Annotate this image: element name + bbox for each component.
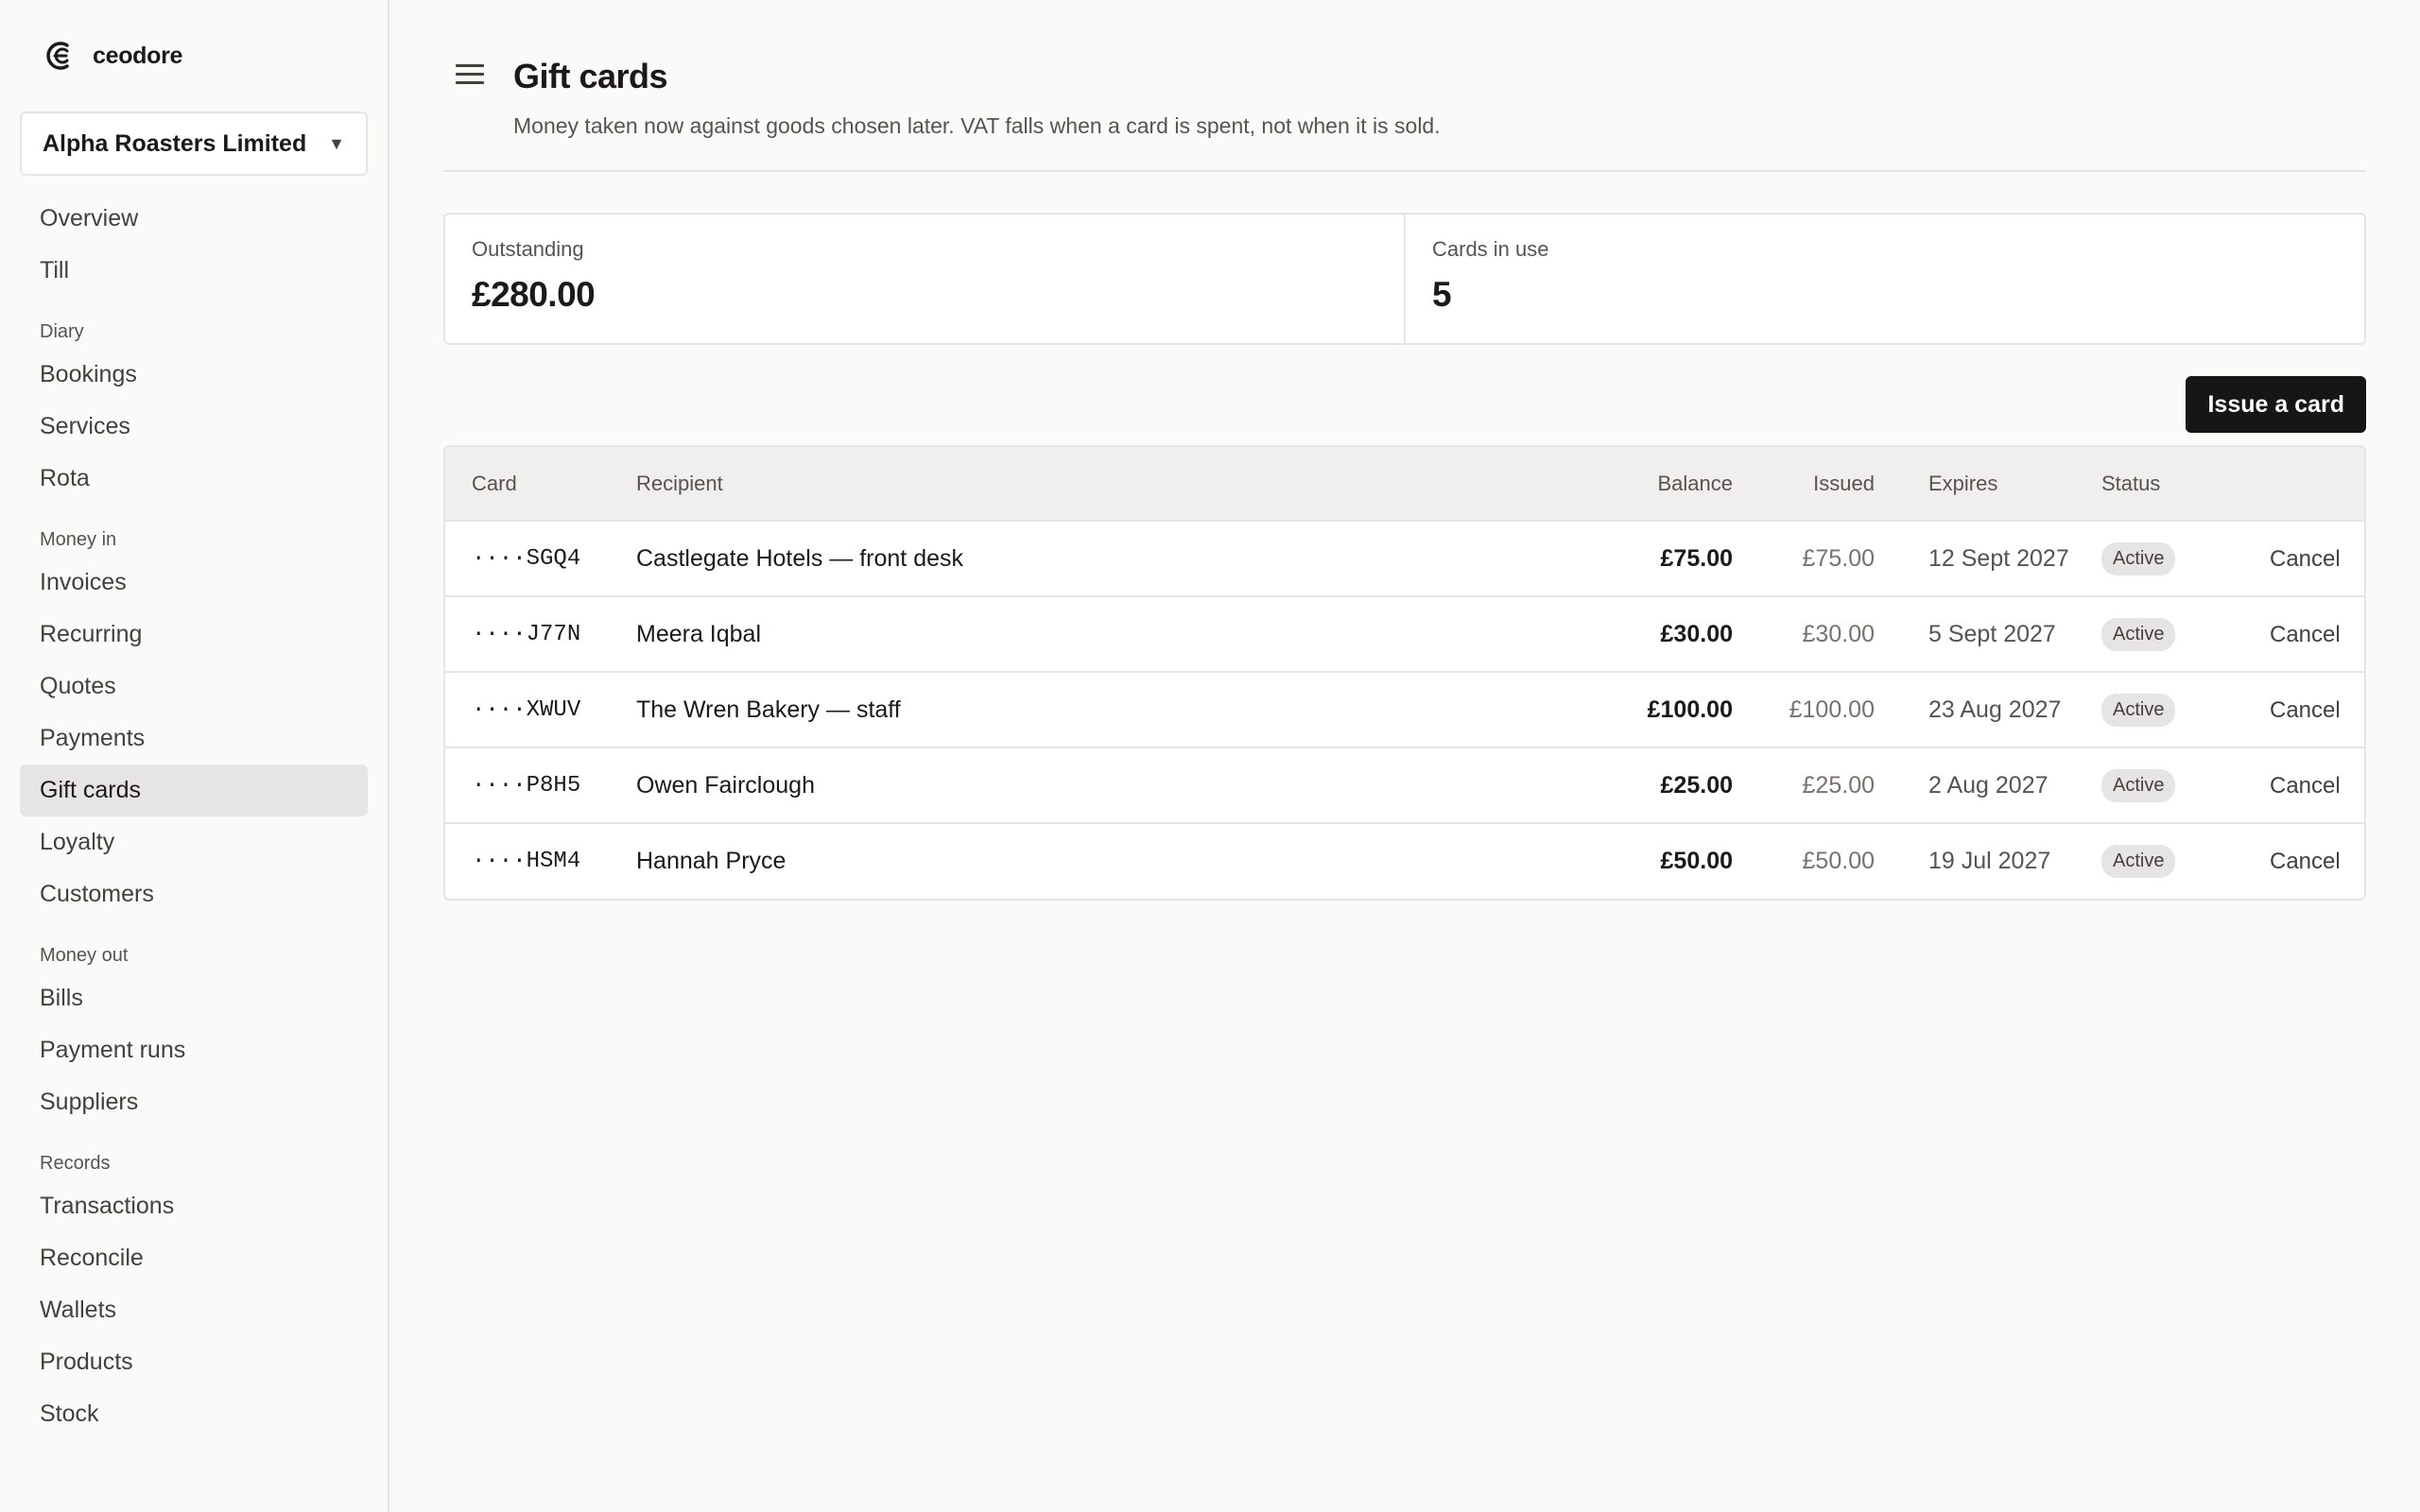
- sidebar-item-products[interactable]: Products: [20, 1336, 368, 1388]
- hamburger-menu-icon[interactable]: [456, 64, 484, 87]
- toolbar: Issue a card: [443, 345, 2366, 445]
- summary-stats: Outstanding £280.00 Cards in use 5: [443, 213, 2366, 345]
- page-title: Gift cards: [513, 57, 668, 95]
- column-header-issued[interactable]: Issued: [1733, 447, 1875, 522]
- sidebar-item-rota[interactable]: Rota: [20, 453, 368, 505]
- cancel-card-button[interactable]: Cancel: [2260, 697, 2341, 723]
- sidebar-item-transactions[interactable]: Transactions: [20, 1180, 368, 1232]
- card-balance: £25.00: [1582, 747, 1733, 824]
- sidebar-item-recurring[interactable]: Recurring: [20, 609, 368, 661]
- sidebar-section-records: Records: [40, 1153, 111, 1174]
- card-expires: 19 Jul 2027: [1928, 848, 2051, 874]
- table-row[interactable]: ····HSM4 Hannah Pryce £50.00 £50.00 19 J…: [445, 823, 2364, 899]
- status-badge: Active: [2101, 693, 2176, 727]
- page-header: Gift cards Money taken now against goods…: [443, 0, 2366, 172]
- table-row[interactable]: ····SGQ4 Castlegate Hotels — front desk …: [445, 521, 2364, 597]
- card-balance: £50.00: [1660, 848, 1733, 874]
- cancel-card-button[interactable]: Cancel: [2260, 622, 2341, 647]
- card-issued: £50.00: [1802, 848, 1875, 874]
- sidebar-item-loyalty[interactable]: Loyalty: [20, 816, 368, 868]
- stat-outstanding: Outstanding £280.00: [445, 215, 1404, 343]
- sidebar-item-payment-runs[interactable]: Payment runs: [20, 1024, 368, 1076]
- cancel-card-button[interactable]: Cancel: [2260, 773, 2341, 799]
- table-row[interactable]: ····J77N Meera Iqbal £30.00 £30.00 5 Sep…: [445, 596, 2364, 673]
- sidebar-item-services[interactable]: Services: [20, 401, 368, 453]
- column-header-actions: [2234, 447, 2364, 522]
- sidebar-section-money-out: Money out: [40, 945, 129, 966]
- column-header-recipient[interactable]: Recipient: [610, 447, 1582, 522]
- card-expires: 12 Sept 2027: [1875, 521, 2083, 597]
- cancel-card-button[interactable]: Cancel: [2260, 849, 2341, 874]
- ceodore-logo-icon: [46, 42, 69, 70]
- sidebar-item-bookings[interactable]: Bookings: [20, 349, 368, 401]
- recipient-name: Castlegate Hotels — front desk: [610, 521, 1582, 597]
- recipient-name: Meera Iqbal: [610, 596, 1582, 673]
- page-subtitle: Money taken now against goods chosen lat…: [513, 113, 1441, 138]
- status-badge: Active: [2101, 845, 2176, 878]
- sidebar-section-diary: Diary: [40, 321, 84, 342]
- main-content: Gift cards Money taken now against goods…: [389, 0, 2420, 1512]
- card-issued: £75.00: [1733, 521, 1875, 597]
- stat-cards-in-use-value: 5: [1432, 275, 1452, 314]
- card-issued: £100.00: [1733, 672, 1875, 748]
- stat-outstanding-value: £280.00: [472, 275, 596, 314]
- column-header-card[interactable]: Card: [445, 447, 610, 522]
- card-expires: 5 Sept 2027: [1875, 596, 2083, 673]
- sidebar-item-customers[interactable]: Customers: [20, 868, 368, 920]
- card-code: ····SGQ4: [445, 521, 610, 597]
- card-balance: £75.00: [1582, 521, 1733, 597]
- caret-down-icon: ▼: [328, 133, 345, 153]
- sidebar-item-overview[interactable]: Overview: [20, 193, 368, 245]
- card-code: ····J77N: [445, 596, 610, 673]
- sidebar-item-reconcile[interactable]: Reconcile: [20, 1232, 368, 1284]
- table-row[interactable]: ····P8H5 Owen Fairclough £25.00 £25.00 2…: [445, 747, 2364, 824]
- card-expires: 2 Aug 2027: [1875, 747, 2083, 824]
- status-badge: Active: [2101, 768, 2176, 802]
- status-badge: Active: [2101, 617, 2176, 651]
- brand-name: ceodore: [93, 42, 183, 69]
- card-code: ····XWUV: [445, 672, 610, 748]
- sidebar-section-money-in: Money in: [40, 529, 117, 550]
- card-issued: £30.00: [1733, 596, 1875, 673]
- sidebar-item-payments[interactable]: Payments: [20, 713, 368, 765]
- table-header-row: Card Recipient Balance Issued Expires St…: [445, 447, 2364, 522]
- organisation-select[interactable]: Alpha Roasters Limited ▼: [20, 112, 368, 176]
- sidebar-item-quotes[interactable]: Quotes: [20, 661, 368, 713]
- card-expires: 23 Aug 2027: [1875, 672, 2083, 748]
- issue-card-button[interactable]: Issue a card: [2186, 376, 2366, 433]
- stat-cards-in-use-label: Cards in use: [1432, 237, 1549, 261]
- organisation-name: Alpha Roasters Limited: [43, 129, 307, 157]
- sidebar-item-gift-cards[interactable]: Gift cards: [20, 765, 368, 816]
- sidebar-item-stock[interactable]: Stock: [20, 1388, 368, 1440]
- status-badge: Active: [2101, 541, 2176, 576]
- sidebar-item-invoices[interactable]: Invoices: [20, 557, 368, 609]
- column-header-expires[interactable]: Expires: [1875, 447, 2083, 522]
- table-row[interactable]: ····XWUV The Wren Bakery — staff £100.00…: [445, 672, 2364, 748]
- stat-cards-in-use: Cards in use 5: [1404, 215, 2364, 343]
- recipient-name: Owen Fairclough: [610, 747, 1582, 824]
- stat-outstanding-label: Outstanding: [472, 237, 584, 261]
- sidebar-item-till[interactable]: Till: [20, 245, 368, 297]
- column-header-balance[interactable]: Balance: [1582, 447, 1733, 522]
- card-code: ····HSM4: [472, 849, 581, 874]
- card-issued: £25.00: [1733, 747, 1875, 824]
- card-balance: £100.00: [1582, 672, 1733, 748]
- recipient-name: Hannah Pryce: [636, 848, 786, 874]
- recipient-name: The Wren Bakery — staff: [610, 672, 1582, 748]
- card-code: ····P8H5: [445, 747, 610, 824]
- app-shell: ceodore Alpha Roasters Limited ▼ Overvie…: [0, 0, 2420, 1512]
- sidebar-item-suppliers[interactable]: Suppliers: [20, 1076, 368, 1128]
- gift-cards-table: Card Recipient Balance Issued Expires St…: [443, 445, 2366, 901]
- sidebar: ceodore Alpha Roasters Limited ▼ Overvie…: [0, 0, 389, 1512]
- sidebar-item-bills[interactable]: Bills: [20, 972, 368, 1024]
- sidebar-nav: Overview Till Diary Bookings Services Ro…: [20, 193, 368, 1440]
- card-balance: £30.00: [1582, 596, 1733, 673]
- sidebar-item-wallets[interactable]: Wallets: [20, 1284, 368, 1336]
- column-header-status[interactable]: Status: [2083, 447, 2234, 522]
- brand[interactable]: ceodore: [20, 0, 368, 112]
- cancel-card-button[interactable]: Cancel: [2260, 546, 2341, 572]
